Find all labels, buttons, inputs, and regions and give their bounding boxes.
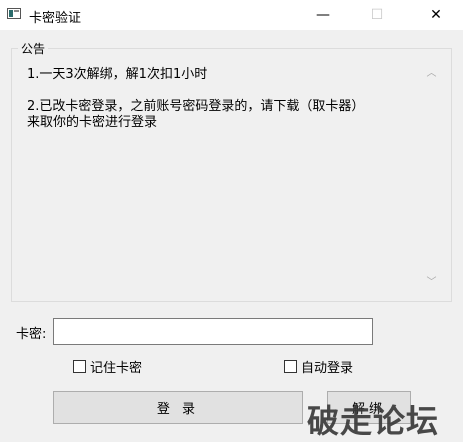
remember-key-label: 记住卡密 [90,361,143,376]
key-input[interactable] [53,318,373,345]
key-label: 卡密: [16,327,47,342]
scroll-down-icon[interactable]: ﹀ [423,272,440,289]
maximize-icon: ☐ [370,7,384,23]
login-button-label: 登 录 [156,402,200,417]
watermark-logo: 破走论坛 [307,402,440,440]
close-icon: ✕ [430,7,442,23]
notice-group-title: 公告 [18,40,49,57]
maximize-button[interactable]: ☐ [354,0,400,30]
window-title: 卡密验证 [29,11,82,26]
scroll-up-icon[interactable]: ︿ [423,63,440,80]
notice-scrollbar[interactable]: ︿ ﹀ [423,63,440,289]
minimize-button[interactable]: — [300,0,346,30]
auto-login-box[interactable] [284,360,297,373]
close-button[interactable]: ✕ [413,0,459,30]
app-icon [7,8,21,19]
auto-login-checkbox[interactable]: 自动登录 [284,357,353,376]
notice-text: 1.一天3次解绑，解1次扣1小时 2.已改卡密登录，之前账号密码登录的，请下载（… [27,67,365,130]
title-bar: 卡密验证 — ☐ ✕ [0,0,463,30]
remember-key-checkbox[interactable]: 记住卡密 [73,357,142,376]
remember-key-box[interactable] [73,360,86,373]
minimize-icon: — [316,7,330,23]
auto-login-label: 自动登录 [301,361,354,376]
login-button[interactable]: 登 录 [53,391,303,424]
